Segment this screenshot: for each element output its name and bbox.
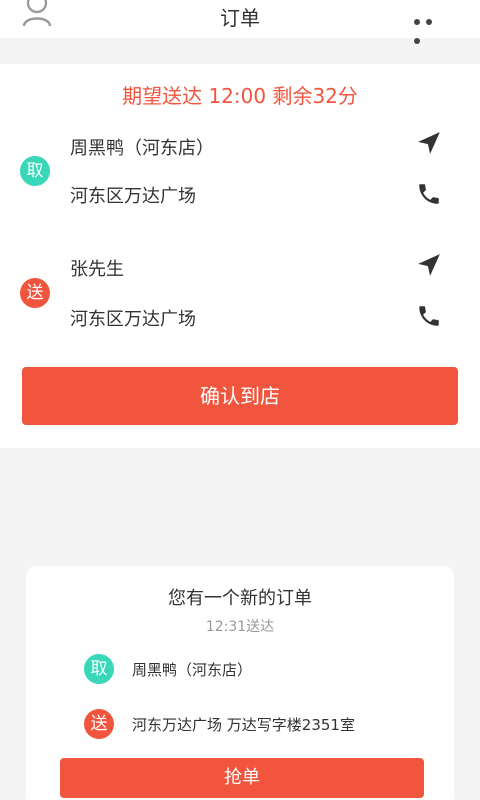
page-title: 订单 [220, 6, 260, 30]
delivery-badge: 送 [20, 278, 50, 308]
phone-icon[interactable] [416, 303, 442, 329]
navigation-icon[interactable] [416, 130, 442, 156]
more-icon[interactable] [414, 10, 448, 44]
new-order-delivery-text: 河东万达广场 万达写字楼2351室 [132, 716, 355, 734]
pickup-badge: 取 [20, 156, 50, 186]
navigation-icon[interactable] [416, 252, 442, 278]
expected-delivery-text: 期望送达 12:00 剩余32分 [122, 84, 358, 108]
delivery-badge: 送 [84, 709, 114, 739]
pickup-badge: 取 [84, 654, 114, 684]
delivery-address: 河东区万达广场 [70, 309, 196, 330]
top-bar: 订单 [0, 0, 480, 44]
pickup-address: 河东区万达广场 [70, 186, 196, 207]
phone-icon[interactable] [416, 181, 442, 207]
new-order-pickup-text: 周黑鸭（河东店） [132, 661, 253, 679]
confirm-arrival-button[interactable]: 确认到店 [22, 367, 458, 425]
new-order-time: 12:31送达 [205, 619, 275, 635]
current-order-card: 期望送达 12:00 剩余32分 取 周黑鸭（河东店） 河东区万达广场 送 张先… [0, 64, 480, 448]
grab-order-button[interactable]: 抢单 [60, 758, 424, 798]
new-order-title: 您有一个新的订单 [168, 588, 312, 609]
pickup-name: 周黑鸭（河东店） [70, 138, 214, 159]
delivery-name: 张先生 [70, 259, 124, 280]
new-order-card: 您有一个新的订单 12:31送达 取 周黑鸭（河东店） 送 河东万达广场 万达写… [26, 566, 454, 800]
